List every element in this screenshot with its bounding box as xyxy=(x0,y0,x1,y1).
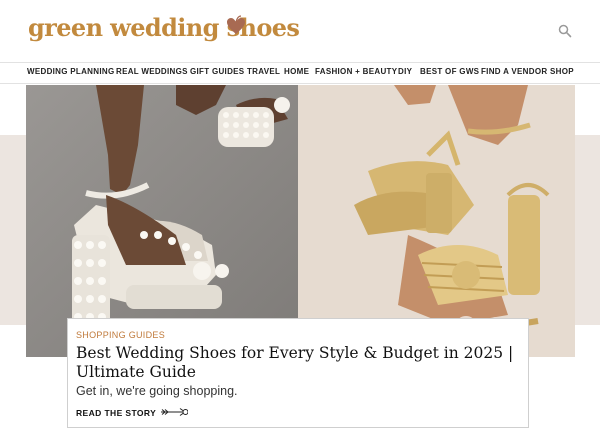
nav-item-wedding-planning[interactable]: WEDDING PLANNING xyxy=(27,67,114,76)
story-subtitle: Get in, we're going shopping. xyxy=(76,384,238,398)
nav-item-find-a-vendor[interactable]: FIND A VENDOR xyxy=(481,67,547,76)
featured-hero-image[interactable] xyxy=(26,85,575,357)
nav-item-best-of-gws[interactable]: BEST OF GWS xyxy=(420,67,479,76)
nav-item-home[interactable]: HOME xyxy=(284,67,309,76)
nav-item-fashion-beauty[interactable]: FASHION + BEAUTY xyxy=(315,67,397,76)
hero-photo-pearl-heels xyxy=(26,85,298,357)
nav-item-diy[interactable]: DIY xyxy=(398,67,412,76)
site-logo[interactable]: green wedding shoes xyxy=(28,13,300,42)
read-the-story-link[interactable]: READ THE STORY xyxy=(76,408,156,418)
search-icon[interactable] xyxy=(558,24,572,38)
story-category-link[interactable]: SHOPPING GUIDES xyxy=(76,330,165,340)
hero-photo-gold-sandals xyxy=(298,85,575,357)
nav-item-real-weddings[interactable]: REAL WEDDINGS xyxy=(116,67,188,76)
nav-item-travel[interactable]: TRAVEL xyxy=(247,67,280,76)
story-title-link[interactable]: Best Wedding Shoes for Every Style & Bud… xyxy=(76,344,516,382)
arrow-right-icon[interactable] xyxy=(160,407,188,417)
heart-icon xyxy=(227,15,245,34)
featured-story-card[interactable]: SHOPPING GUIDES Best Wedding Shoes for E… xyxy=(67,318,529,428)
site-header: green wedding shoes xyxy=(0,0,600,62)
nav-item-gift-guides[interactable]: GIFT GUIDES xyxy=(190,67,244,76)
main-nav: WEDDING PLANNING REAL WEDDINGS GIFT GUID… xyxy=(0,62,600,84)
nav-item-shop[interactable]: SHOP xyxy=(550,67,574,76)
